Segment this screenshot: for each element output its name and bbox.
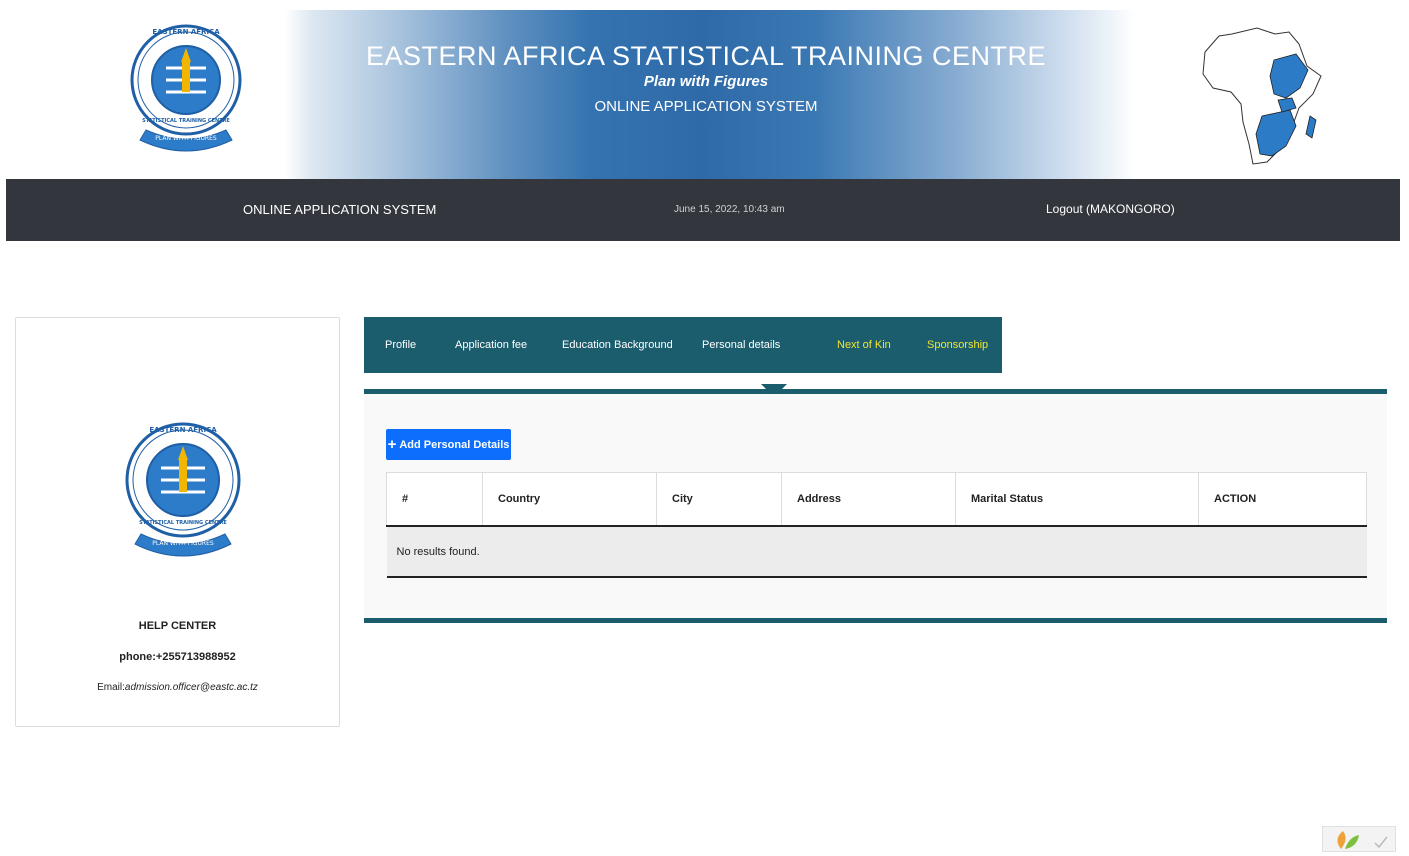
panel-bottom-border xyxy=(364,618,1387,623)
table-row: No results found. xyxy=(386,526,1367,578)
navbar-brand[interactable]: ONLINE APPLICATION SYSTEM xyxy=(243,202,436,217)
logo-ring-side-text: STATISTICAL TRAINING CENTRE xyxy=(139,520,227,526)
help-phone: phone:+255713988952 xyxy=(119,651,236,663)
tab-next-of-kin[interactable]: Next of Kin xyxy=(837,339,891,351)
logo-ribbon-text: PLAN WITH FIGURES xyxy=(152,540,214,547)
column-header-marital-status[interactable]: Marital Status xyxy=(955,472,1199,527)
logo-ribbon-text: PLAN WITH FIGURES xyxy=(155,135,217,142)
banner-text-block: EASTERN AFRICA STATISTICAL TRAINING CENT… xyxy=(306,40,1106,118)
help-center-title: HELP CENTER xyxy=(138,620,217,632)
logo-ring-top-text: EASTERN AFRICA xyxy=(152,28,220,36)
navbar-datetime: June 15, 2022, 10:43 am xyxy=(674,204,785,215)
tab-application-fee[interactable]: Application fee xyxy=(455,339,527,351)
help-email-address[interactable]: admission.officer@eastc.ac.tz xyxy=(125,682,258,693)
top-navbar: ONLINE APPLICATION SYSTEM June 15, 2022,… xyxy=(6,179,1400,241)
tab-education-background[interactable]: Education Background xyxy=(562,339,673,351)
column-header-country[interactable]: Country xyxy=(482,472,657,527)
plus-icon: + xyxy=(387,435,397,453)
personal-details-panel: + Add Personal Details # Country City Ad… xyxy=(364,394,1387,618)
empty-table-message: No results found. xyxy=(386,526,1367,578)
eastc-emblem-icon: PLAN WITH FIGURES EASTERN AFRICA STATIST… xyxy=(125,422,241,557)
banner-subtitle: ONLINE APPLICATION SYSTEM xyxy=(594,98,818,115)
eastc-emblem-icon: PLAN WITH FIGURES EASTERN AFRICA STATIST… xyxy=(130,24,242,152)
column-header-index[interactable]: # xyxy=(386,472,483,527)
banner-motto: Plan with Figures xyxy=(643,73,769,90)
help-center-card: PLAN WITH FIGURES EASTERN AFRICA STATIST… xyxy=(15,317,340,727)
tab-profile[interactable]: Profile xyxy=(385,339,416,351)
leaf-icon xyxy=(1337,831,1388,849)
application-tabs: Profile Application fee Education Backgr… xyxy=(364,317,1002,373)
logo-ring-side-text: STATISTICAL TRAINING CENTRE xyxy=(142,118,230,124)
africa-map-icon xyxy=(1202,27,1322,165)
column-header-address[interactable]: Address xyxy=(781,472,956,527)
help-email-label: Email: xyxy=(97,682,125,693)
banner-title: EASTERN AFRICA STATISTICAL TRAINING CENT… xyxy=(365,41,1047,71)
tab-personal-details[interactable]: Personal details xyxy=(702,339,780,351)
logout-link[interactable]: Logout (MAKONGORO) xyxy=(1046,202,1175,216)
column-header-city[interactable]: City xyxy=(656,472,782,527)
personal-details-table: # Country City Address Marital Status AC… xyxy=(386,472,1367,578)
add-button-label: Add Personal Details xyxy=(399,438,510,451)
add-personal-details-button[interactable]: + Add Personal Details xyxy=(386,429,511,460)
header-banner: PLAN WITH FIGURES EASTERN AFRICA STATIST… xyxy=(6,10,1400,179)
help-email: Email:admission.officer@eastc.ac.tz xyxy=(16,682,339,693)
table-header-row: # Country City Address Marital Status AC… xyxy=(386,472,1367,527)
column-header-action: ACTION xyxy=(1198,472,1367,527)
floating-widget[interactable] xyxy=(1322,826,1396,852)
logo-ring-top-text: EASTERN AFRICA xyxy=(149,426,217,434)
tab-sponsorship[interactable]: Sponsorship xyxy=(927,339,988,351)
